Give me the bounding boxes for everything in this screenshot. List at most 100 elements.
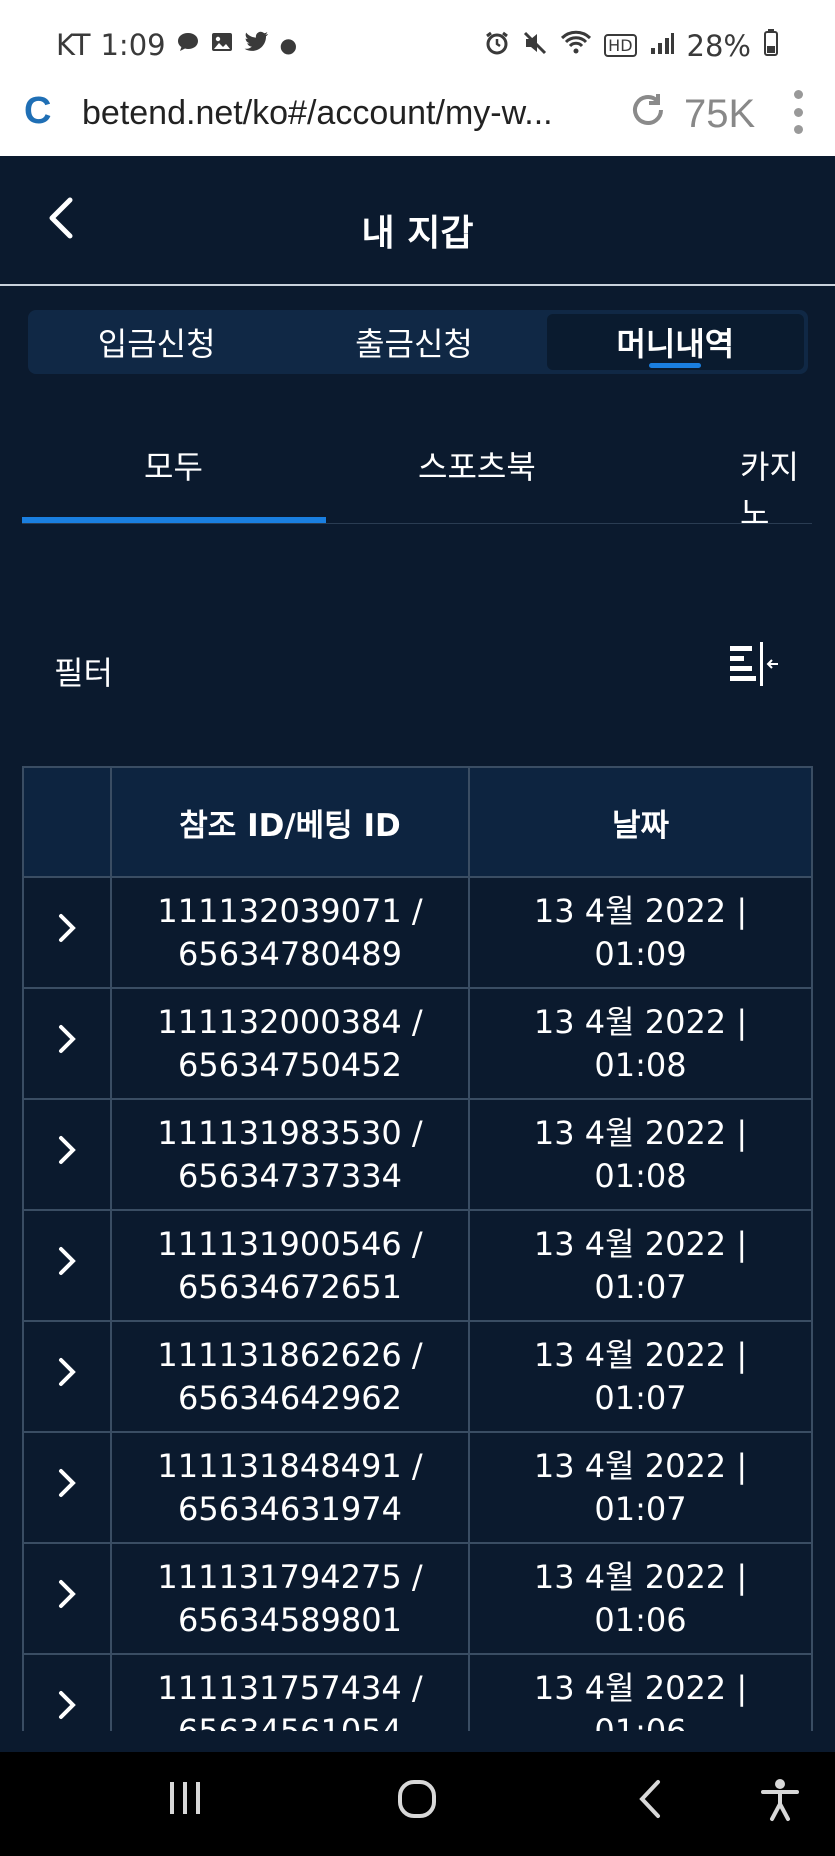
url-field[interactable]: betend.net/ko#/account/my-w... bbox=[82, 94, 553, 133]
chevron-right-icon bbox=[59, 1247, 76, 1275]
date-cell: 13 4월 2022 | 01:06 bbox=[468, 1653, 813, 1732]
expand-row-button[interactable] bbox=[22, 1209, 112, 1322]
battery-percent: 28% bbox=[686, 28, 751, 63]
more-options-icon[interactable] bbox=[790, 90, 806, 134]
date-value: 13 4월 2022 | bbox=[533, 891, 748, 930]
bet-id: 65634642962 bbox=[178, 1378, 402, 1417]
header-date: 날짜 bbox=[468, 766, 813, 878]
ref-id: 111132039071 / bbox=[157, 891, 423, 930]
date-value: 13 4월 2022 | bbox=[533, 1668, 748, 1707]
status-right: HD 28% bbox=[484, 28, 779, 63]
filter-label: 필터 bbox=[54, 654, 113, 692]
ref-id: 111131848491 / bbox=[157, 1446, 423, 1485]
expand-row-button[interactable] bbox=[22, 1542, 112, 1655]
tab-withdraw-request[interactable]: 출금신청 bbox=[285, 310, 542, 374]
ref-bet-id-cell: 111131794275 / 65634589801 bbox=[110, 1542, 470, 1655]
expand-row-button[interactable] bbox=[22, 1320, 112, 1433]
chevron-right-icon bbox=[59, 1136, 76, 1164]
system-nav-bar bbox=[0, 1752, 835, 1856]
site-logo: C bbox=[24, 90, 52, 132]
time-value: 01:07 bbox=[594, 1489, 687, 1528]
expand-row-button[interactable] bbox=[22, 876, 112, 989]
chevron-right-icon bbox=[59, 914, 76, 942]
header-ref-bet-id: 참조 ID/베팅 ID bbox=[110, 766, 470, 878]
transaction-table: 참조 ID/베팅 ID 날짜 111132039071 / 65634780489… bbox=[22, 766, 813, 1731]
expand-row-button[interactable] bbox=[22, 987, 112, 1100]
date-value: 13 4월 2022 | bbox=[533, 1113, 748, 1152]
bet-id: 65634737334 bbox=[178, 1156, 402, 1195]
table-row[interactable]: 111131983530 / 65634737334 13 4월 2022 | 01… bbox=[22, 1098, 813, 1211]
battery-icon bbox=[763, 28, 779, 63]
ref-bet-id-cell: 111131900546 / 65634672651 bbox=[110, 1209, 470, 1322]
transaction-table-wrapper: 참조 ID/베팅 ID 날짜 111132039071 / 65634780489… bbox=[22, 766, 813, 1731]
table-row[interactable]: 111132039071 / 65634780489 13 4월 2022 | 01… bbox=[22, 876, 813, 989]
signal-icon bbox=[649, 29, 675, 63]
tab-deposit-request[interactable]: 입금신청 bbox=[28, 310, 285, 374]
ref-bet-id-cell: 111131848491 / 65634631974 bbox=[110, 1431, 470, 1544]
date-cell: 13 4월 2022 | 01:08 bbox=[468, 1098, 813, 1211]
chevron-right-icon bbox=[59, 1580, 76, 1608]
reload-icon[interactable] bbox=[628, 90, 668, 140]
home-icon[interactable] bbox=[396, 1778, 438, 1820]
table-row[interactable]: 111132000384 / 65634750452 13 4월 2022 | 01… bbox=[22, 987, 813, 1100]
date-value: 13 4월 2022 | bbox=[533, 1557, 748, 1596]
ref-id: 111131983530 / bbox=[157, 1113, 423, 1152]
mute-icon bbox=[522, 29, 548, 63]
date-cell: 13 4월 2022 | 01:07 bbox=[468, 1209, 813, 1322]
recent-apps-icon[interactable] bbox=[166, 1778, 204, 1818]
browser-address-bar: C betend.net/ko#/account/my-w... 75K bbox=[0, 80, 835, 156]
table-row[interactable]: 111131848491 / 65634631974 13 4월 2022 | 01… bbox=[22, 1431, 813, 1544]
time-value: 01:08 bbox=[594, 1045, 687, 1084]
ref-bet-id-cell: 111131983530 / 65634737334 bbox=[110, 1098, 470, 1211]
bet-id: 65634780489 bbox=[178, 934, 402, 973]
ref-bet-id-cell: 111132039071 / 65634780489 bbox=[110, 876, 470, 989]
ref-id: 111131862626 / bbox=[157, 1335, 423, 1374]
expand-row-button[interactable] bbox=[22, 1653, 112, 1731]
twitter-icon bbox=[244, 31, 270, 59]
date-cell: 13 4월 2022 | 01:07 bbox=[468, 1320, 813, 1433]
chevron-right-icon bbox=[59, 1469, 76, 1497]
nav-back-icon[interactable] bbox=[636, 1778, 664, 1820]
carrier-label: KT bbox=[56, 28, 91, 62]
hd-icon: HD bbox=[604, 34, 637, 57]
date-value: 13 4월 2022 | bbox=[533, 1002, 748, 1041]
table-row[interactable]: 111131900546 / 65634672651 13 4월 2022 | 01… bbox=[22, 1209, 813, 1322]
tab-casino[interactable]: 카지노 bbox=[740, 442, 812, 523]
time-value: 01:08 bbox=[594, 1156, 687, 1195]
expand-row-button[interactable] bbox=[22, 1098, 112, 1211]
wallet-tabs: 입금신청 출금신청 머니내역 bbox=[28, 310, 808, 374]
time-value: 01:06 bbox=[594, 1600, 687, 1639]
date-value: 13 4월 2022 | bbox=[533, 1335, 748, 1374]
page-header: 내 지갑 bbox=[0, 156, 835, 286]
table-header-row: 참조 ID/베팅 ID 날짜 bbox=[22, 766, 813, 878]
bet-id: 65634631974 bbox=[178, 1489, 402, 1528]
chat-bubble-icon bbox=[176, 31, 200, 59]
bet-id: 65634561054 bbox=[178, 1711, 402, 1732]
bet-id: 65634750452 bbox=[178, 1045, 402, 1084]
tab-all[interactable]: 모두 bbox=[144, 442, 203, 488]
expand-row-button[interactable] bbox=[22, 1431, 112, 1544]
clock: 1:09 bbox=[100, 28, 166, 62]
time-value: 01:07 bbox=[594, 1267, 687, 1306]
filter-toggle-icon[interactable] bbox=[728, 642, 780, 688]
time-value: 01:06 bbox=[594, 1711, 687, 1732]
date-cell: 13 4월 2022 | 01:09 bbox=[468, 876, 813, 989]
notification-dot-icon: ● bbox=[279, 33, 298, 57]
table-row[interactable]: 111131862626 / 65634642962 13 4월 2022 | 01… bbox=[22, 1320, 813, 1433]
table-row[interactable]: 111131794275 / 65634589801 13 4월 2022 | 01… bbox=[22, 1542, 813, 1655]
tab-count[interactable]: 75K bbox=[684, 92, 755, 137]
time-value: 01:07 bbox=[594, 1378, 687, 1417]
chevron-right-icon bbox=[59, 1025, 76, 1053]
date-value: 13 4월 2022 | bbox=[533, 1224, 748, 1263]
tab-sportsbook[interactable]: 스포츠북 bbox=[418, 442, 536, 488]
tab-money-history[interactable]: 머니내역 bbox=[546, 314, 804, 370]
ref-bet-id-cell: 111131862626 / 65634642962 bbox=[110, 1320, 470, 1433]
ref-bet-id-cell: 111131757434 / 65634561054 bbox=[110, 1653, 470, 1732]
ref-id: 111131794275 / bbox=[157, 1557, 423, 1596]
accessibility-icon[interactable] bbox=[760, 1778, 800, 1822]
date-value: 13 4월 2022 | bbox=[533, 1446, 748, 1485]
wifi-icon bbox=[560, 29, 592, 63]
gallery-icon bbox=[210, 31, 234, 59]
table-row[interactable]: 111131757434 / 65634561054 13 4월 2022 | 01… bbox=[22, 1653, 813, 1732]
date-cell: 13 4월 2022 | 01:08 bbox=[468, 987, 813, 1100]
